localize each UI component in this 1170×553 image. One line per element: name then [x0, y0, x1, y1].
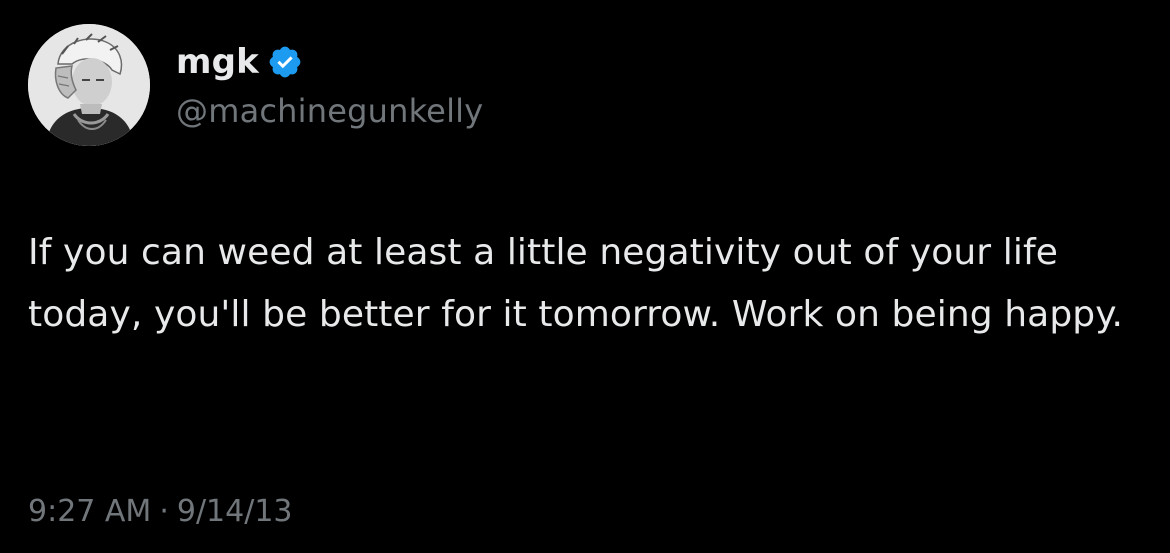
- display-name-row: mgk: [176, 38, 483, 86]
- verified-badge-icon[interactable]: [267, 44, 303, 80]
- avatar-photo: [28, 24, 150, 146]
- tweet-timestamp[interactable]: 9:27 AM · 9/14/13: [28, 494, 293, 529]
- user-handle[interactable]: @machinegunkelly: [176, 92, 483, 130]
- tweet-time: 9:27 AM: [28, 494, 152, 529]
- display-name[interactable]: mgk: [176, 42, 259, 82]
- user-names: mgk @machinegunkelly: [176, 38, 483, 130]
- tweet-card: mgk @machinegunkelly If you can weed at …: [0, 0, 1170, 553]
- tweet-text: If you can weed at least a little negati…: [28, 232, 1124, 335]
- timestamp-separator: ·: [159, 494, 169, 529]
- avatar[interactable]: [28, 24, 150, 146]
- tweet-date: 9/14/13: [176, 494, 293, 529]
